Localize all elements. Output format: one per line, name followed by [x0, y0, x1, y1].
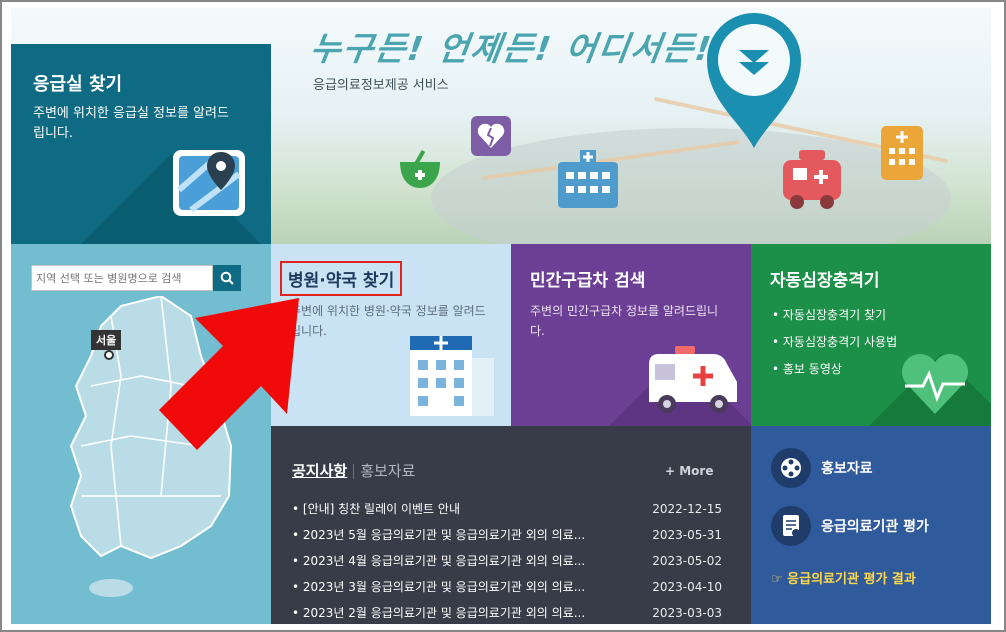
er-search-description: 주변에 위치한 응급실 정보를 알려드립니다. — [33, 106, 229, 141]
location-pin-icon — [707, 13, 801, 148]
map-marker-icon — [173, 150, 245, 216]
aed-tile-title: 자동심장충격기 — [770, 271, 880, 291]
hero-subtitle: 응급의료정보제공 서비스 — [313, 78, 449, 93]
evaluation-label: 응급의료기관 평가 — [821, 519, 929, 535]
broken-heart-icon — [471, 116, 511, 156]
notice-item[interactable]: • 2023년 4월 응급의료기관 및 응급의료기관 외의 의료... 2023-… — [292, 548, 722, 574]
tab-divider — [353, 464, 355, 479]
promotion-panel: 홍보자료 응급의료기관 평가 ☞ 응급의료기관 평가 결과 — [751, 426, 991, 624]
more-link[interactable]: + More — [665, 464, 713, 478]
private-ambulance-search-tile[interactable]: 민간구급차 검색 주변의 민간구급차 정보를 알려드립니다. — [511, 244, 751, 426]
promo-materials-link[interactable]: 홍보자료 — [771, 448, 873, 488]
notice-date: 2023-04-10 — [652, 580, 722, 594]
pharmacy-mortar-icon — [400, 149, 440, 188]
er-search-panel[interactable]: 응급실 찾기 주변에 위치한 응급실 정보를 알려드립니다. — [11, 44, 271, 244]
seoul-region-label[interactable]: 서울 — [91, 330, 122, 350]
notice-panel: 공지사항 홍보자료 + More • [안내] 칭찬 릴레이 이벤트 안내 2022… — [271, 426, 751, 624]
film-reel-icon — [771, 448, 811, 488]
hero-slogan: 누구든! 언제든! 어디서든! — [307, 29, 716, 68]
tab-promotion[interactable]: 홍보자료 — [360, 462, 415, 480]
institution-evaluation-link[interactable]: 응급의료기관 평가 — [771, 506, 929, 546]
notice-date: 2023-05-31 — [652, 528, 722, 542]
hospital-icon — [410, 336, 494, 416]
hospital-tile-description: 주변에 위치한 병원·약국 정보를 알려드립니다. — [290, 304, 486, 338]
er-search-title: 응급실 찾기 — [33, 74, 123, 95]
notice-date: 2023-03-03 — [652, 606, 722, 620]
aed-tile[interactable]: 자동심장충격기 • 자동심장충격기 찾기 • 자동심장충격기 사용법 • 홍보 … — [751, 244, 991, 426]
notice-date: 2022-12-15 — [652, 502, 722, 516]
notice-title: • 2023년 3월 응급의료기관 및 응급의료기관 외의 의료... — [292, 580, 586, 594]
red-pointer-arrow-icon — [159, 298, 299, 450]
tall-hospital-icon — [881, 126, 923, 180]
main-page: 누구든! 언제든! 어디서든! 응급의료정보제공 서비스 응급실 찾기 주변에 … — [11, 8, 991, 624]
evaluation-result-link[interactable]: ☞ 응급의료기관 평가 결과 — [771, 568, 916, 587]
promo-materials-label: 홍보자료 — [821, 461, 873, 477]
ambulance-icon — [783, 150, 841, 209]
notice-item[interactable]: • 2023년 3월 응급의료기관 및 응급의료기관 외의 의료... 2023-… — [292, 574, 722, 600]
notice-list: • [안내] 칭찬 릴레이 이벤트 안내 2022-12-15 • 2023년 5… — [292, 496, 722, 624]
notice-item[interactable]: • 2023년 2월 응급의료기관 및 응급의료기관 외의 의료... 2023-… — [292, 600, 722, 624]
aed-video-link[interactable]: • 홍보 동영상 — [772, 356, 897, 383]
notice-date: 2023-05-02 — [652, 554, 722, 568]
search-icon — [220, 271, 234, 285]
notice-title: • 2023년 4월 응급의료기관 및 응급의료기관 외의 의료... — [292, 554, 586, 568]
document-check-icon — [771, 506, 811, 546]
notice-item[interactable]: • 2023년 5월 응급의료기관 및 응급의료기관 외의 의료... 2023-… — [292, 522, 722, 548]
ambulance-tile-title: 민간구급차 검색 — [530, 271, 646, 291]
aed-howto-link[interactable]: • 자동심장충격기 사용법 — [772, 329, 897, 356]
heartbeat-icon — [901, 353, 969, 414]
notice-title: • [안내] 칭찬 릴레이 이벤트 안내 — [292, 502, 460, 516]
notice-tabs: 공지사항 홍보자료 — [292, 460, 415, 481]
notice-title: • 2023년 5월 응급의료기관 및 응급의료기관 외의 의료... — [292, 528, 586, 542]
ambulance-icon — [649, 346, 737, 413]
tab-notice[interactable]: 공지사항 — [292, 462, 347, 480]
seoul-marker[interactable] — [104, 350, 114, 360]
notice-title: • 2023년 2월 응급의료기관 및 응급의료기관 외의 의료... — [292, 606, 586, 620]
hospital-building-icon — [558, 150, 618, 208]
ambulance-tile-description: 주변의 민간구급차 정보를 알려드립니다. — [530, 304, 719, 338]
aed-find-link[interactable]: • 자동심장충격기 찾기 — [772, 302, 897, 329]
notice-item[interactable]: • [안내] 칭찬 릴레이 이벤트 안내 2022-12-15 — [292, 496, 722, 522]
aed-menu: • 자동심장충격기 찾기 • 자동심장충격기 사용법 • 홍보 동영상 — [772, 302, 897, 383]
